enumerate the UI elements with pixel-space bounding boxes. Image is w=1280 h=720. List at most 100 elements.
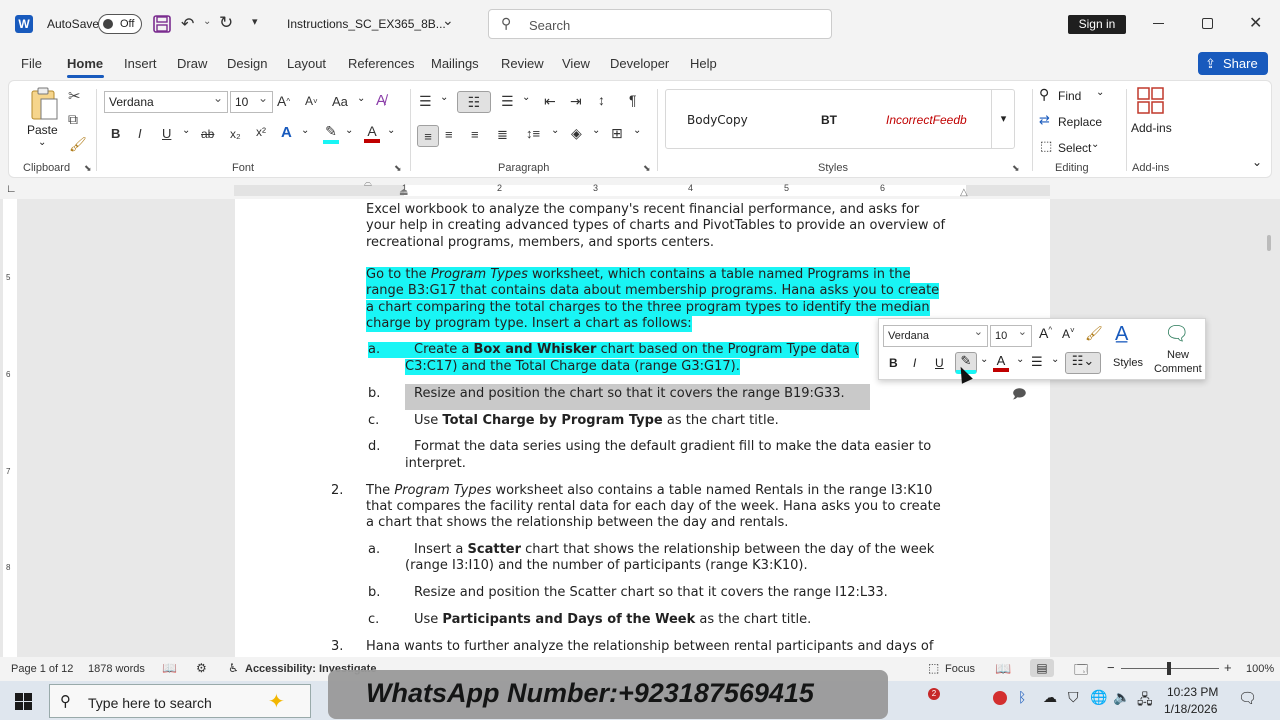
tab-home[interactable]: Home — [67, 56, 103, 71]
zoom-in-icon[interactable]: + — [1224, 660, 1232, 675]
change-case-icon[interactable]: Aa — [332, 94, 348, 109]
font-launcher-icon[interactable]: ⬊ — [394, 163, 402, 174]
align-right-icon[interactable]: ≡ — [471, 127, 479, 142]
focus-button[interactable]: Focus — [945, 663, 975, 675]
multilevel-list-icon[interactable]: ☰ — [501, 93, 514, 110]
select-dropdown-icon[interactable]: ⌄ — [1091, 139, 1099, 150]
mini-font-dropdown[interactable]: Verdana — [883, 322, 988, 347]
mini-font-color-dropdown-icon[interactable]: ⌄ — [1016, 354, 1024, 365]
collapse-ribbon-icon[interactable]: ⌄ — [1252, 155, 1262, 169]
find-icon[interactable]: ⚲ — [1039, 86, 1049, 103]
zoom-level[interactable]: 100% — [1246, 663, 1274, 675]
record-icon[interactable] — [993, 691, 1007, 705]
select-button[interactable]: Select — [1058, 141, 1091, 155]
bold-button[interactable]: B — [111, 126, 120, 141]
focus-icon[interactable]: ⬚ — [928, 661, 939, 675]
accessibility-icon[interactable]: ♿ — [228, 661, 239, 675]
italic-button[interactable]: I — [138, 126, 142, 141]
format-painter-icon[interactable]: 🖌 — [69, 136, 87, 153]
mini-highlight-dropdown-icon[interactable]: ⌄ — [980, 354, 988, 365]
style-bodycopy[interactable]: BodyCopy — [687, 113, 748, 127]
shading-icon[interactable]: ◈ — [571, 125, 582, 142]
align-center-icon[interactable]: ≡ — [445, 127, 453, 142]
cut-icon[interactable]: ✂ — [68, 87, 81, 105]
tab-view[interactable]: View — [562, 56, 590, 71]
save-icon[interactable] — [153, 15, 171, 33]
zoom-slider-thumb[interactable] — [1167, 662, 1171, 675]
mini-bold-button[interactable]: B — [889, 356, 898, 370]
borders-dropdown-icon[interactable]: ⌄ — [633, 125, 641, 136]
undo-dropdown-icon[interactable]: ⌄ — [203, 16, 211, 27]
tab-references[interactable]: References — [348, 56, 414, 71]
mini-grow-font-icon[interactable]: A^ — [1039, 325, 1052, 341]
mini-size-dropdown[interactable]: 10 — [990, 322, 1032, 347]
text-effects-icon[interactable]: A — [281, 124, 292, 141]
bluetooth-icon[interactable]: ᛒ — [1018, 689, 1026, 705]
close-icon[interactable]: ✕ — [1249, 13, 1262, 33]
styles-more-icon[interactable]: ▾ — [991, 90, 1015, 148]
language-icon[interactable]: 🖧 — [1137, 689, 1153, 713]
search-box[interactable]: ⚲ Search — [488, 9, 832, 39]
mini-italic-button[interactable]: I — [913, 356, 916, 370]
clock-time[interactable]: 10:23 PM — [1167, 685, 1218, 699]
mini-bullets-icon[interactable]: ☰ — [1031, 354, 1043, 370]
hanging-indent-marker[interactable]: ⏏ — [399, 187, 408, 198]
page-count[interactable]: Page 1 of 12 — [11, 663, 73, 675]
increase-indent-icon[interactable]: ⇥ — [570, 93, 582, 110]
style-bt[interactable]: BT — [821, 113, 837, 127]
macro-icon[interactable]: ⚙ — [196, 661, 207, 675]
tab-review[interactable]: Review — [501, 56, 544, 71]
font-name-dropdown[interactable]: Verdana — [104, 88, 228, 113]
first-line-indent-marker[interactable]: ⌓ — [364, 178, 372, 189]
styles-launcher-icon[interactable]: ⬊ — [1012, 163, 1020, 174]
styles-gallery[interactable]: BodyCopy BT IncorrectFeedb ▾ — [665, 89, 1015, 149]
document-page[interactable]: Excel workbook to analyze the company's … — [235, 199, 1050, 657]
mini-bullets-dropdown-icon[interactable]: ⌄ — [1051, 354, 1059, 365]
security-icon[interactable]: ⛉ — [1068, 689, 1079, 706]
right-indent-marker[interactable]: △ — [960, 187, 968, 198]
font-color-icon[interactable]: A — [364, 123, 380, 143]
windows-start-icon[interactable] — [15, 693, 32, 710]
subscript-button[interactable]: x₂ — [230, 127, 241, 141]
strikethrough-button[interactable]: ab — [201, 127, 214, 141]
decrease-indent-icon[interactable]: ⇤ — [544, 93, 556, 110]
highlight-color-icon[interactable]: ✎ — [323, 123, 339, 144]
cloud-off-icon[interactable]: ☁ — [1043, 689, 1057, 706]
select-icon[interactable]: ⬚ — [1040, 138, 1052, 154]
bullets-dropdown-icon[interactable]: ⌄ — [440, 92, 448, 103]
sign-in-button[interactable]: Sign in — [1068, 15, 1126, 34]
superscript-button[interactable]: x² — [256, 125, 266, 139]
text-effects-dropdown-icon[interactable]: ⌄ — [301, 125, 309, 136]
paste-dropdown-icon[interactable]: ⌄ — [38, 137, 46, 148]
proofing-icon[interactable]: 📖 — [162, 661, 177, 675]
tab-insert[interactable]: Insert — [124, 56, 157, 71]
clear-formatting-icon[interactable]: A̸ — [376, 92, 386, 109]
tab-design[interactable]: Design — [227, 56, 267, 71]
new-comment-label-2[interactable]: Comment — [1154, 363, 1202, 375]
autosave-toggle[interactable]: Off — [98, 14, 142, 34]
add-ins-button[interactable]: Add-ins — [1131, 121, 1172, 135]
mini-shrink-font-icon[interactable]: A˅ — [1062, 326, 1075, 341]
undo-icon[interactable]: ↶ — [181, 14, 194, 34]
paste-icon[interactable] — [29, 87, 59, 123]
style-incorrectfeedback[interactable]: IncorrectFeedb — [886, 113, 986, 127]
add-ins-icon[interactable] — [1137, 87, 1165, 115]
taskbar-search-box[interactable]: ⚲ Type here to search ✦ — [49, 684, 311, 718]
vertical-scrollbar-thumb[interactable] — [1267, 235, 1271, 251]
shading-dropdown-icon[interactable]: ⌄ — [592, 125, 600, 136]
align-left-icon[interactable]: ≡ — [417, 125, 439, 147]
highlight-dropdown-icon[interactable]: ⌄ — [345, 125, 353, 136]
justify-icon[interactable]: ≣ — [497, 127, 508, 143]
show-formatting-icon[interactable]: ¶ — [629, 92, 637, 108]
zoom-out-icon[interactable]: − — [1107, 660, 1115, 675]
comment-marker-icon[interactable]: 🗩 — [1012, 385, 1026, 407]
line-spacing-icon[interactable]: ↕≡ — [526, 126, 540, 141]
print-layout-icon[interactable]: ▤ — [1030, 659, 1054, 677]
web-layout-icon[interactable]: 🗔 — [1074, 661, 1088, 683]
filename-chevron-icon[interactable]: ⌄ — [442, 12, 454, 29]
restore-icon[interactable] — [1202, 18, 1213, 29]
network-icon[interactable]: 🌐 — [1090, 689, 1107, 706]
find-button[interactable]: Find — [1058, 89, 1081, 103]
shrink-font-icon[interactable]: A ˅ — [305, 94, 318, 108]
redo-icon[interactable]: ↻ — [219, 13, 233, 33]
